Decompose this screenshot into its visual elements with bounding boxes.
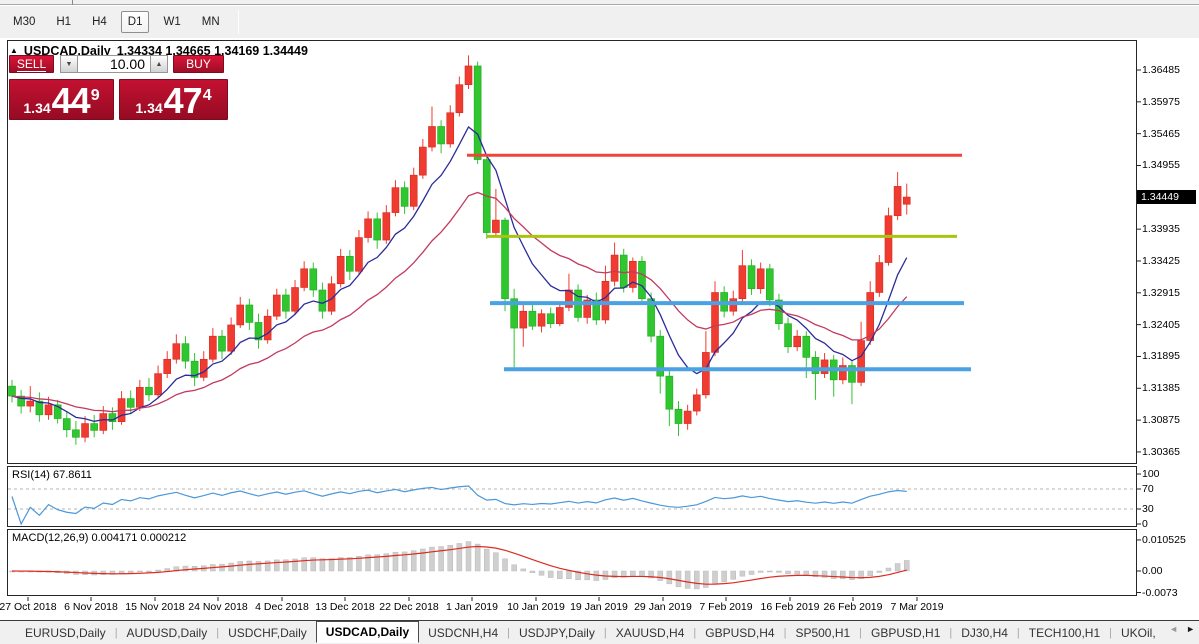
rsi-axis-label: 70 <box>1142 482 1154 496</box>
buy-button[interactable]: BUY <box>173 55 224 73</box>
buy-price-pip: 4 <box>203 87 212 105</box>
rsi-axis-label: 0 <box>1142 517 1148 531</box>
spin-up-icon: ▲ <box>156 61 163 68</box>
chart-tab-usdjpy-daily[interactable]: USDJPY,Daily <box>510 623 604 643</box>
chart-tab-sp500-h1[interactable]: SP500,H1 <box>786 623 859 643</box>
price-axis-label: 1.36485 <box>1142 63 1180 77</box>
chart-tab-dj30-h4[interactable]: DJ30,H4 <box>952 623 1017 643</box>
rsi-panel[interactable] <box>7 466 1137 527</box>
timeframe-button-h4[interactable]: H4 <box>85 11 114 33</box>
price-axis-label: 1.33935 <box>1142 222 1180 236</box>
spin-down-icon: ▼ <box>66 61 73 68</box>
sell-price-box[interactable]: 1.34 44 9 <box>9 79 114 120</box>
volume-decrease-button[interactable]: ▼ <box>60 55 78 73</box>
date-axis-label: 19 Jan 2019 <box>570 601 628 613</box>
macd-axis-label: 0.010525 <box>1142 533 1186 547</box>
sell-price-prefix: 1.34 <box>23 100 50 116</box>
timeframe-button-w1[interactable]: W1 <box>156 11 187 33</box>
buy-price-box[interactable]: 1.34 47 4 <box>119 79 228 120</box>
date-axis-label: 13 Dec 2018 <box>315 601 375 613</box>
sell-price-pip: 9 <box>91 87 100 105</box>
date-axis-label: 27 Oct 2018 <box>0 601 57 613</box>
macd-axis-label: -0.0073 <box>1142 586 1178 600</box>
sell-price-main: 44 <box>52 80 90 122</box>
upper-toolbar-edge <box>0 0 1199 5</box>
rsi-axis-label: 30 <box>1142 502 1154 516</box>
buy-price-prefix: 1.34 <box>135 100 162 116</box>
chart-tab-tech100-h1[interactable]: TECH100,H1 <box>1020 623 1109 643</box>
rsi-label: RSI(14) 67.8611 <box>12 469 92 481</box>
timeframe-button-mn[interactable]: MN <box>195 11 227 33</box>
chart-tab-eurusd-daily[interactable]: EURUSD,Daily <box>16 623 115 643</box>
date-axis-label: 15 Nov 2018 <box>125 601 185 613</box>
toolbar-separator <box>238 10 239 34</box>
rsi-axis-label: 100 <box>1142 467 1160 481</box>
chart-tab-usdcad-daily[interactable]: USDCAD,Daily <box>316 621 419 643</box>
timeframe-button-h1[interactable]: H1 <box>49 11 78 33</box>
price-axis-label: 1.32915 <box>1142 286 1180 300</box>
price-axis-label: 1.35975 <box>1142 95 1180 109</box>
current-price-tag: 1.34449 <box>1137 190 1196 204</box>
date-axis-label: 7 Feb 2019 <box>699 601 752 613</box>
date-axis-label: 16 Feb 2019 <box>761 601 820 613</box>
collapse-triangle-icon[interactable]: ▲ <box>10 46 18 55</box>
date-axis-label: 24 Nov 2018 <box>188 601 248 613</box>
buy-price-main: 47 <box>164 80 202 122</box>
date-axis-label: 6 Nov 2018 <box>64 601 118 613</box>
price-axis-label: 1.34955 <box>1142 158 1180 172</box>
macd-axis-label: 0.00 <box>1142 564 1162 578</box>
date-axis-label: 4 Dec 2018 <box>255 601 309 613</box>
tab-scrollers: ◄ ► <box>1169 624 1195 634</box>
macd-label: MACD(12,26,9) 0.004171 0.000212 <box>12 532 186 544</box>
date-axis-label: 29 Jan 2019 <box>634 601 692 613</box>
date-axis-label: 7 Mar 2019 <box>890 601 943 613</box>
price-axis-label: 1.30875 <box>1142 413 1180 427</box>
volume-increase-button[interactable]: ▲ <box>150 55 168 73</box>
date-axis-label: 22 Dec 2018 <box>379 601 439 613</box>
chart-tab-ukoil[interactable]: UKOil, <box>1112 623 1165 643</box>
price-axis-label: 1.32405 <box>1142 318 1180 332</box>
date-axis-label: 1 Jan 2019 <box>446 601 498 613</box>
timeframe-toolbar: M30 H1 H4 D1 W1 MN <box>0 6 1199 38</box>
chart-tab-usdcnh-h4[interactable]: USDCNH,H4 <box>419 623 507 643</box>
price-axis-label: 1.30365 <box>1142 445 1180 459</box>
price-axis-label: 1.31385 <box>1142 381 1180 395</box>
scroll-tabs-left-icon[interactable]: ◄ <box>1169 624 1178 634</box>
chart-tab-gbpusd-h1[interactable]: GBPUSD,H1 <box>862 623 949 643</box>
timeframe-button-m30[interactable]: M30 <box>6 11 42 33</box>
toolbar-divider <box>72 0 73 5</box>
timeframe-button-d1[interactable]: D1 <box>121 11 150 33</box>
chart-tab-audusd-daily[interactable]: AUDUSD,Daily <box>118 623 217 643</box>
price-axis-label: 1.33425 <box>1142 254 1180 268</box>
chart-tab-usdchf-daily[interactable]: USDCHF,Daily <box>219 623 316 643</box>
chart-tab-gbpusd-h4[interactable]: GBPUSD,H4 <box>696 623 783 643</box>
scroll-tabs-right-icon[interactable]: ► <box>1186 624 1195 634</box>
chart-tab-xauusd-h4[interactable]: XAUUSD,H4 <box>607 623 694 643</box>
price-axis-label: 1.31895 <box>1142 349 1180 363</box>
date-axis-label: 26 Feb 2019 <box>824 601 883 613</box>
chart-tab-bar: EURUSD,Daily|AUDUSD,Daily|USDCHF,DailyUS… <box>0 620 1199 644</box>
price-axis-label: 1.35465 <box>1142 127 1180 141</box>
one-click-trading-widget: SELL ▼ ▲ BUY 1.34 44 9 1.34 47 4 <box>9 55 229 120</box>
date-axis-label: 10 Jan 2019 <box>507 601 565 613</box>
volume-input[interactable] <box>78 55 150 73</box>
sell-button[interactable]: SELL <box>9 55 54 73</box>
